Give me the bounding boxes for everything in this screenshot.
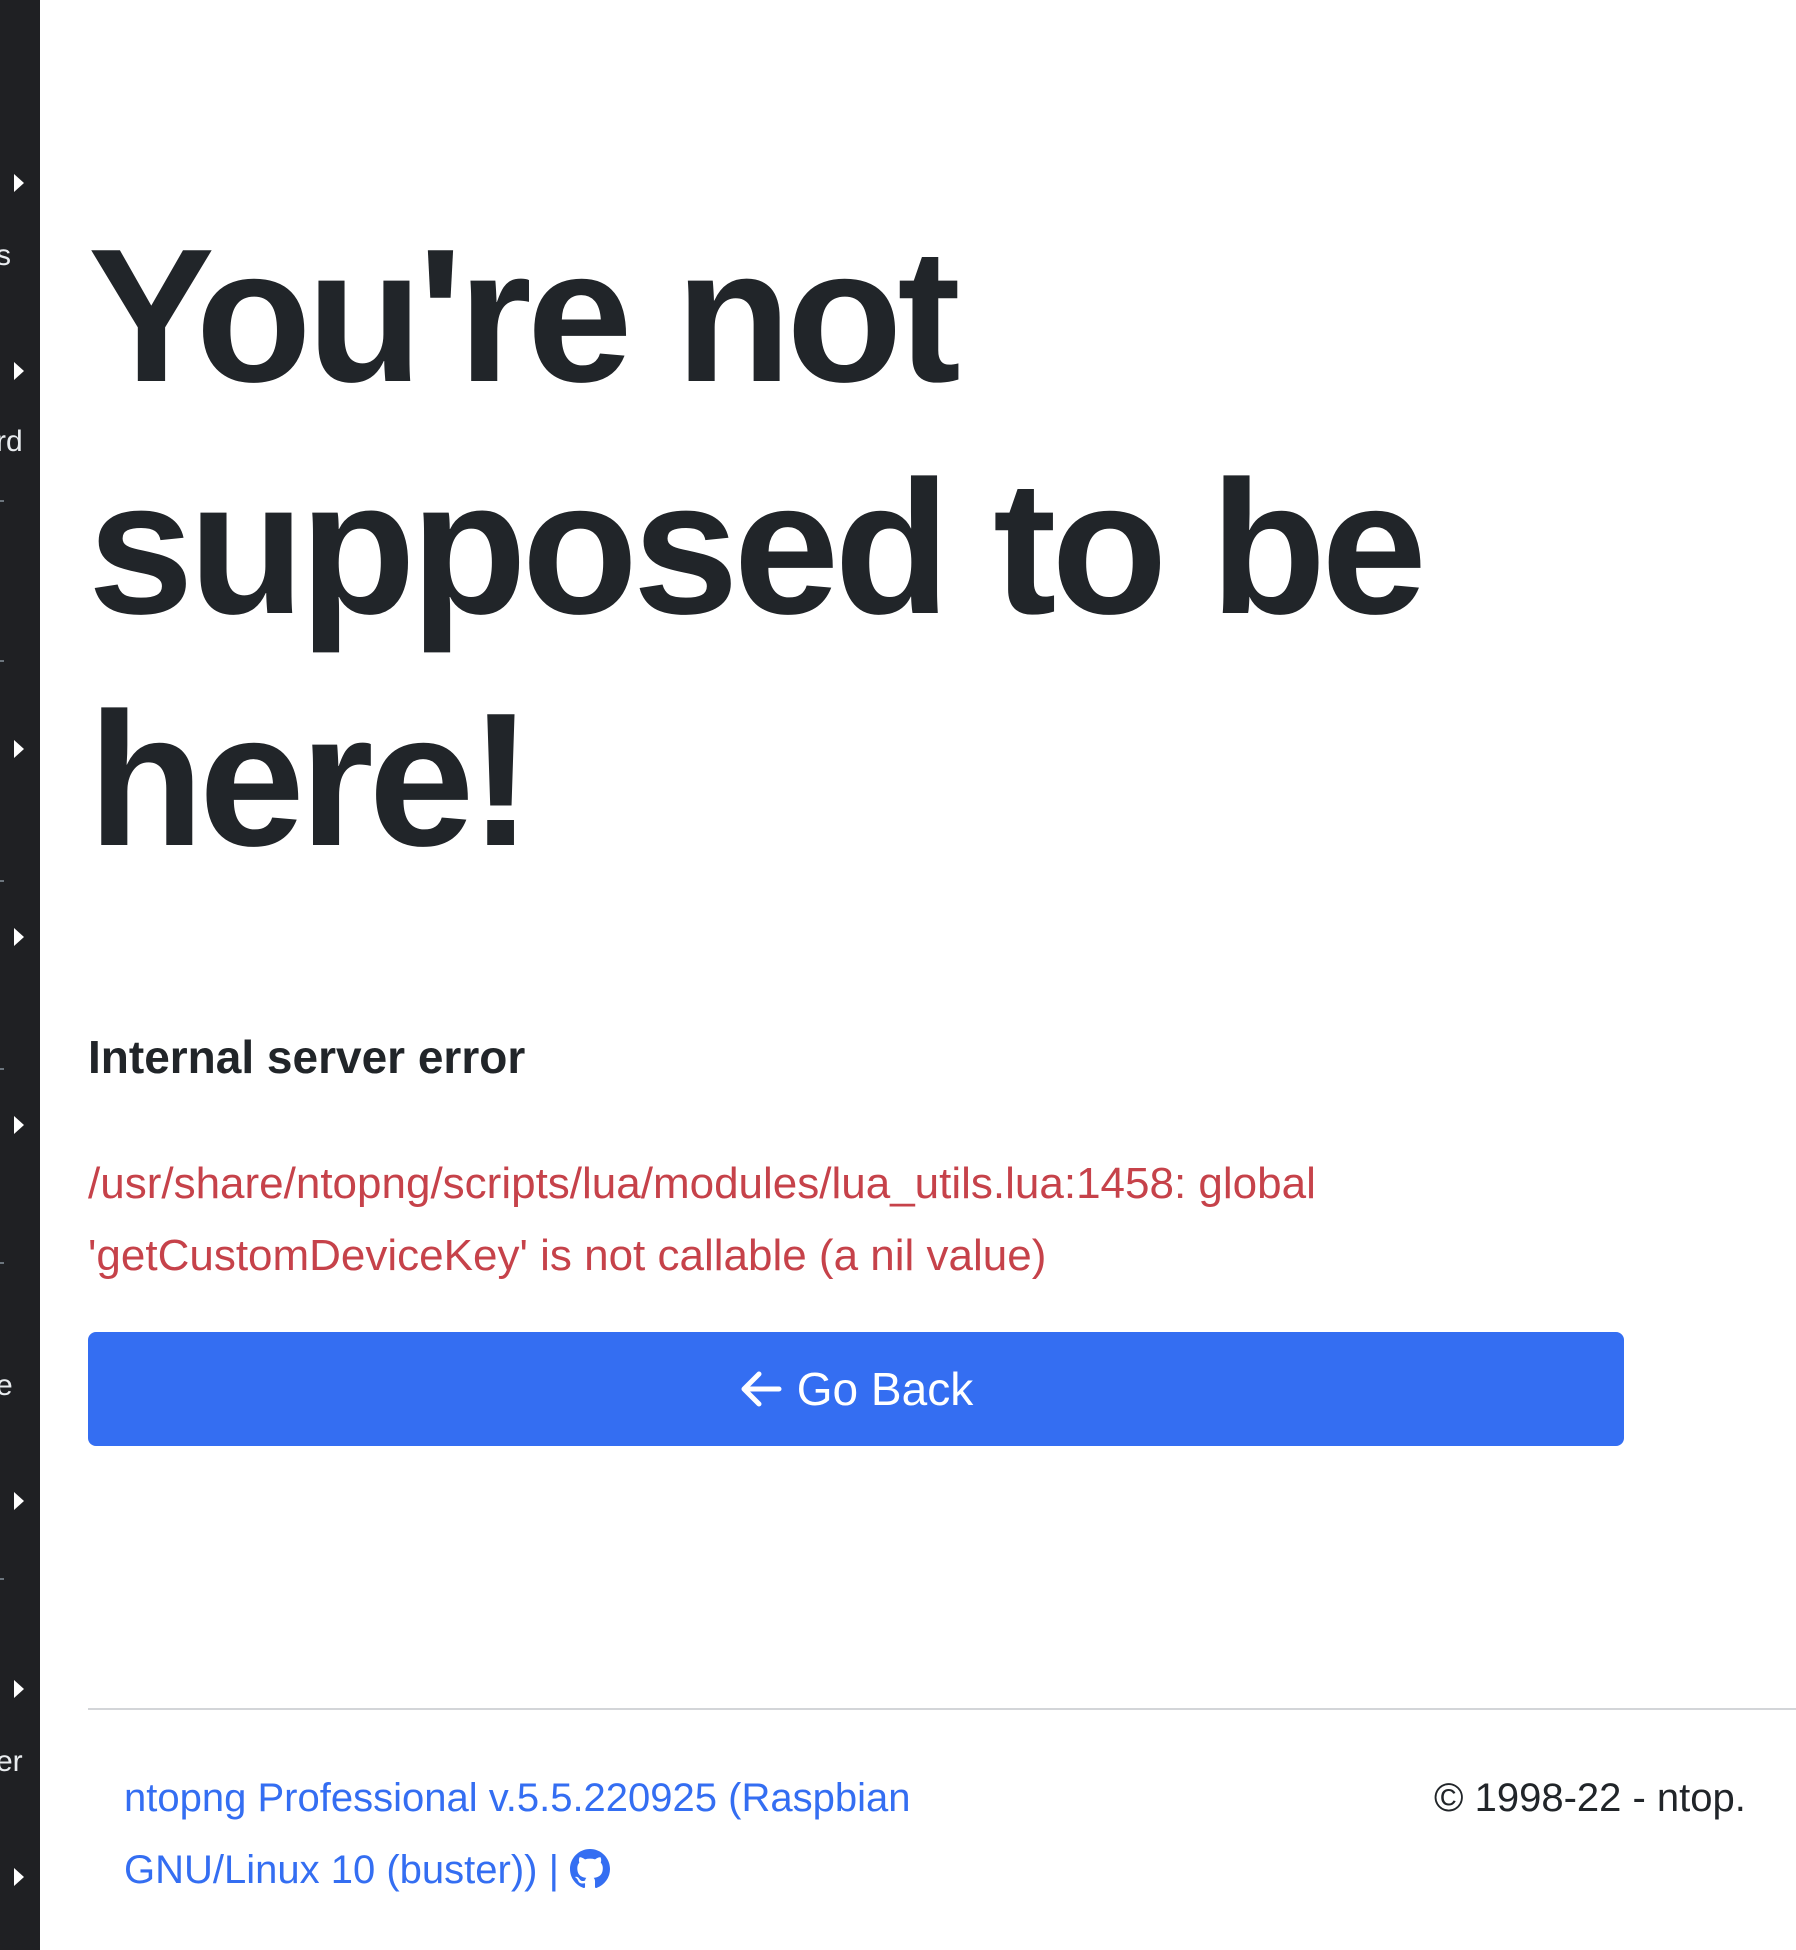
caret-right-icon [14,1492,24,1510]
github-icon [570,1849,611,1889]
caret-right-icon [14,362,24,380]
sidebar-item[interactable] [0,1856,40,1896]
footer-separator: | [548,1848,559,1892]
caret-right-icon [14,1116,24,1134]
sidebar-divider [0,880,4,882]
sidebar-item[interactable] [0,728,40,768]
page-title: You're not supposed to be here! [88,210,1427,886]
caret-right-icon [14,1680,24,1698]
arrow-left-icon [741,1371,782,1407]
sidebar-item[interactable] [0,162,40,202]
sidebar-item-label[interactable]: e [0,1366,13,1406]
main-content: You're not supposed to be here! Internal… [88,0,1796,1950]
sidebar-item-label[interactable]: rd [0,422,23,462]
caret-right-icon [14,740,24,758]
caret-right-icon [14,1868,24,1886]
sidebar-divider [0,1262,4,1264]
sidebar-item[interactable] [0,1480,40,1520]
error-title: Internal server error [88,1031,526,1083]
sidebar-item[interactable] [0,1104,40,1144]
sidebar-item[interactable] [0,916,40,956]
sidebar-divider [0,660,4,662]
sidebar-item-label[interactable]: s [0,236,11,276]
sidebar-item-label[interactable]: er [0,1742,23,1782]
go-back-button[interactable]: Go Back [88,1332,1624,1446]
caret-right-icon [14,928,24,946]
github-link[interactable] [570,1848,611,1892]
footer-copyright: © 1998-22 - ntop. [1434,1776,1746,1820]
sidebar-divider [0,500,4,502]
error-message: /usr/share/ntopng/scripts/lua/modules/lu… [88,1159,1316,1280]
go-back-label: Go Back [796,1363,974,1415]
sidebar-divider [0,1578,4,1580]
footer-version: ntopng Professional v.5.5.220925 (Raspbi… [124,1762,1084,1906]
sidebar-divider [0,1068,4,1070]
sidebar-item[interactable] [0,350,40,390]
sidebar-item[interactable] [0,1668,40,1708]
sidebar: s rd e er [0,0,40,1950]
version-link[interactable]: ntopng Professional v.5.5.220925 (Raspbi… [124,1776,910,1892]
footer-divider [88,1708,1796,1710]
caret-right-icon [14,174,24,192]
